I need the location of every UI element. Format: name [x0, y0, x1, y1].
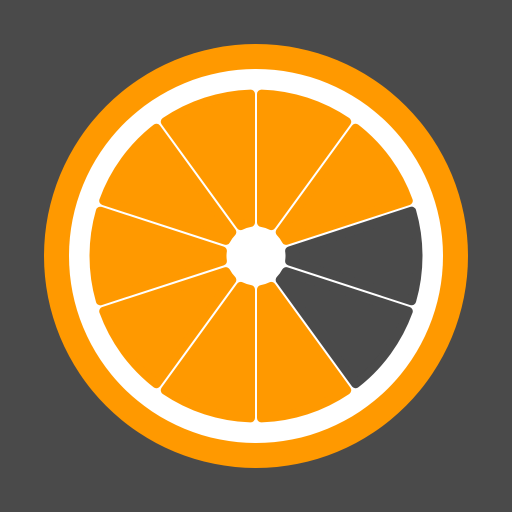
app-icon-canvas [0, 0, 512, 512]
orange-slice-icon [0, 0, 512, 512]
